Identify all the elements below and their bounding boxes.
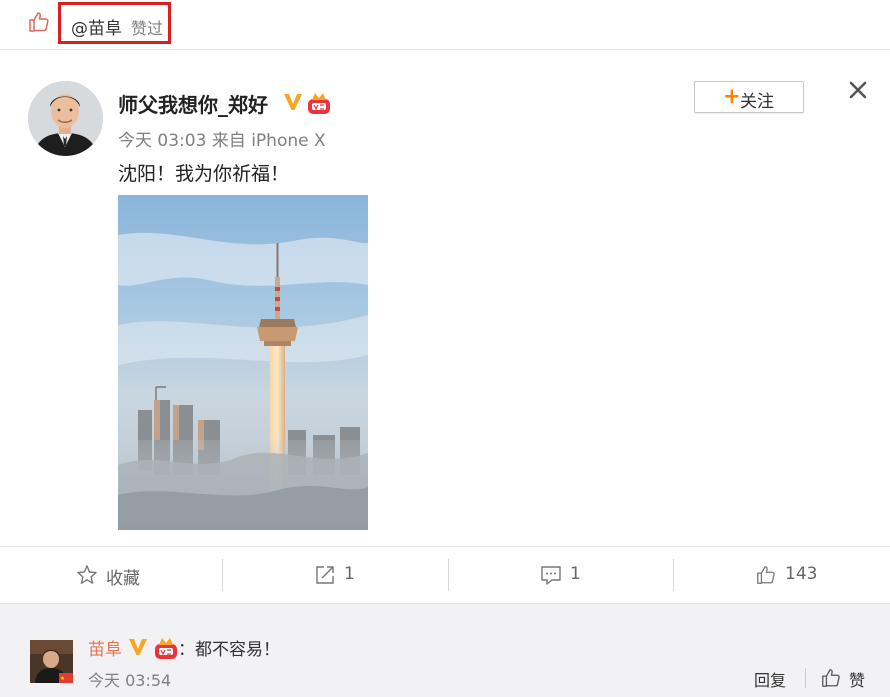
post-action-bar: 收藏 1 1 143 — [0, 546, 890, 604]
follow-button[interactable]: + 关注 — [694, 81, 804, 113]
repost-count: 1 — [344, 564, 355, 584]
verified-badge-icon — [284, 94, 302, 110]
favorite-label: 收藏 — [106, 569, 140, 589]
plus-icon: + — [723, 84, 741, 108]
repost-icon — [316, 566, 334, 584]
post-author-name[interactable]: 师父我想你_郑好 — [118, 89, 268, 118]
reply-button[interactable]: 回复 — [754, 667, 786, 691]
post-text: 沈阳！我为你祈福！ — [118, 163, 290, 185]
comment-button[interactable]: 1 — [449, 547, 671, 603]
comment-section: 苗阜 ：都不容易！ 今天 03:54 回复 赞 — [0, 604, 890, 697]
like-count: 143 — [785, 564, 818, 584]
comment-action-divider — [805, 668, 806, 688]
commenter-avatar[interactable] — [30, 640, 73, 683]
comment-like-button[interactable]: 赞 — [820, 666, 880, 690]
weibo-post-page: @苗阜 赞过 师父我想你_郑好 今天 03:03 来自 iPhone X + 关… — [0, 0, 890, 697]
comment-count: 1 — [570, 564, 581, 584]
author-avatar[interactable] — [28, 81, 103, 156]
comment-time: 今天 03:54 — [88, 671, 172, 690]
follow-label: 关注 — [740, 92, 774, 112]
member-crown-icon — [308, 93, 330, 114]
comment-like-label: 赞 — [849, 671, 866, 690]
close-icon[interactable] — [846, 78, 870, 102]
comment-text: ：都不容易！ — [178, 640, 280, 660]
thumbs-up-icon — [757, 566, 775, 584]
liked-suffix: 赞过 — [131, 19, 164, 38]
commenter-name[interactable]: 苗阜 — [88, 635, 122, 660]
thumbs-up-icon — [822, 669, 840, 687]
highlighted-like-label: @苗阜 赞过 — [58, 2, 171, 44]
post-meta: 今天 03:03 来自 iPhone X — [118, 131, 326, 151]
liker-username-link[interactable]: @苗阜 — [71, 14, 122, 39]
thumbs-up-icon — [29, 12, 49, 32]
like-button[interactable]: 143 — [674, 547, 890, 603]
favorite-button[interactable]: 收藏 — [0, 547, 222, 603]
like-notification-bar: @苗阜 赞过 — [0, 0, 890, 50]
member-crown-icon — [155, 638, 177, 659]
repost-button[interactable]: 1 — [223, 547, 445, 603]
post-image[interactable] — [118, 195, 368, 530]
star-icon — [77, 565, 97, 584]
comment-icon — [541, 566, 561, 585]
verified-badge-icon — [129, 639, 147, 655]
